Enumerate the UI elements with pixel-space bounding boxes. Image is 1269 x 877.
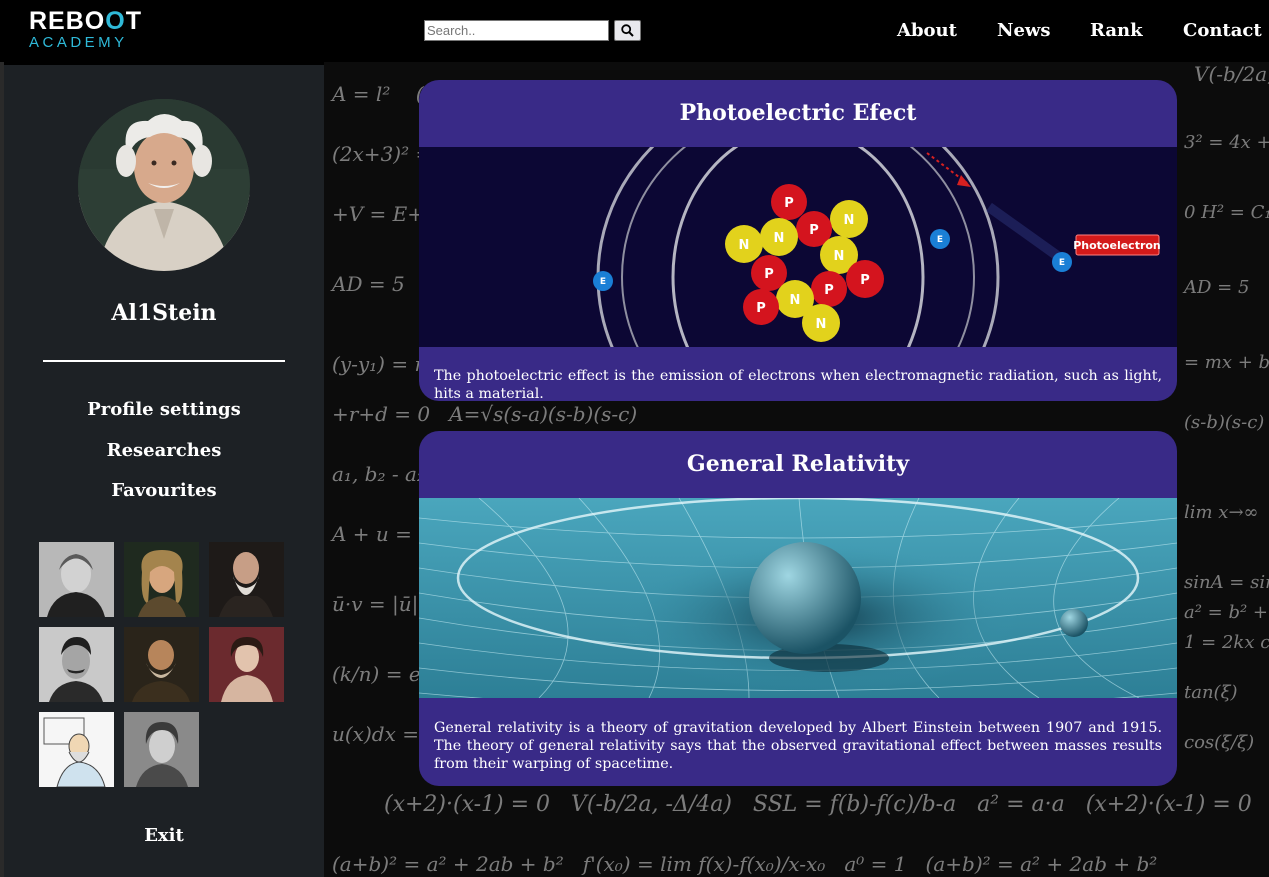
power-icon: O [105,7,126,35]
favourite-thumbnail[interactable] [124,627,199,702]
svg-text:N: N [844,213,855,228]
profile-settings-link[interactable]: Profile settings [4,399,324,421]
scientist-portrait-3-icon [209,542,284,617]
favourite-thumbnail[interactable] [39,712,114,788]
favourite-thumbnail[interactable] [39,542,114,617]
main-content: A = l² (a+b)² = a² + 2ab + b² (2x+3)² = … [324,62,1269,877]
reboot-academy-logo[interactable]: REBOOT ACADEMY [29,8,149,54]
scientist-portrait-7-icon [39,712,114,788]
search-form [424,20,641,41]
logo-wordmark: REBOOT [29,7,142,35]
svg-text:P: P [764,267,774,282]
svg-text:P: P [784,196,794,211]
scientist-portrait-2-icon [124,542,199,617]
avatar [78,99,250,271]
svg-text:P: P [860,273,870,288]
svg-text:P: P [756,301,766,316]
avatar-portrait [78,99,250,271]
scientist-portrait-5-icon [124,627,199,702]
nav-rank[interactable]: Rank [1090,20,1143,42]
svg-text:E: E [1059,258,1065,268]
nav-contact[interactable]: Contact [1183,20,1262,42]
svg-text:N: N [774,231,785,246]
card-title: Photoelectric Efect [679,100,917,126]
svg-text:E: E [600,277,606,287]
svg-text:N: N [790,293,801,308]
search-input[interactable] [424,20,609,41]
nav-about[interactable]: About [897,20,957,42]
scientist-portrait-8-icon [124,712,199,787]
favourite-thumbnail[interactable] [124,542,199,617]
photoelectron-label: Photoelectron [1073,239,1161,252]
svg-text:N: N [816,317,827,332]
favourite-thumbnail[interactable] [124,712,199,787]
svg-text:N: N [834,249,845,264]
svg-text:P: P [824,283,834,298]
svg-text:N: N [739,238,750,253]
scientist-portrait-4-icon [39,627,114,702]
logo-subtitle: ACADEMY [29,34,128,51]
sidebar: Al1Stein Profile settings Researches Fav… [4,65,324,877]
favourites-link[interactable]: Favourites [4,480,324,502]
svg-text:E: E [937,235,943,245]
card-description: The photoelectric effect is the emission… [434,368,1162,401]
favourite-thumbnail[interactable] [39,627,114,702]
top-navigation-bar: REBOOT ACADEMY About News Rank Contact [0,0,1269,62]
nav-news[interactable]: News [997,20,1051,42]
card-photoelectric-effect: Photoelectric Efect P N P N N N P P P N … [419,80,1177,401]
favourite-thumbnail[interactable] [209,627,284,702]
search-button[interactable] [614,20,641,41]
researches-link[interactable]: Researches [4,440,324,462]
scientist-portrait-1-icon [39,542,114,617]
card-description: General relativity is a theory of gravit… [434,720,1162,772]
card-general-relativity: General Relativity General relativity is… [419,431,1177,786]
favourite-thumbnail[interactable] [209,542,284,617]
divider [43,360,285,362]
photoelectric-effect-illustration: P N P N N N P P P N P N E E E Photoelect… [419,147,1177,347]
username: Al1Stein [111,300,217,326]
search-icon [621,24,634,37]
scientist-portrait-6-icon [209,627,284,702]
card-title: General Relativity [686,451,910,477]
exit-link[interactable]: Exit [4,825,324,847]
svg-text:P: P [809,223,819,238]
spacetime-curvature-illustration [419,498,1177,698]
